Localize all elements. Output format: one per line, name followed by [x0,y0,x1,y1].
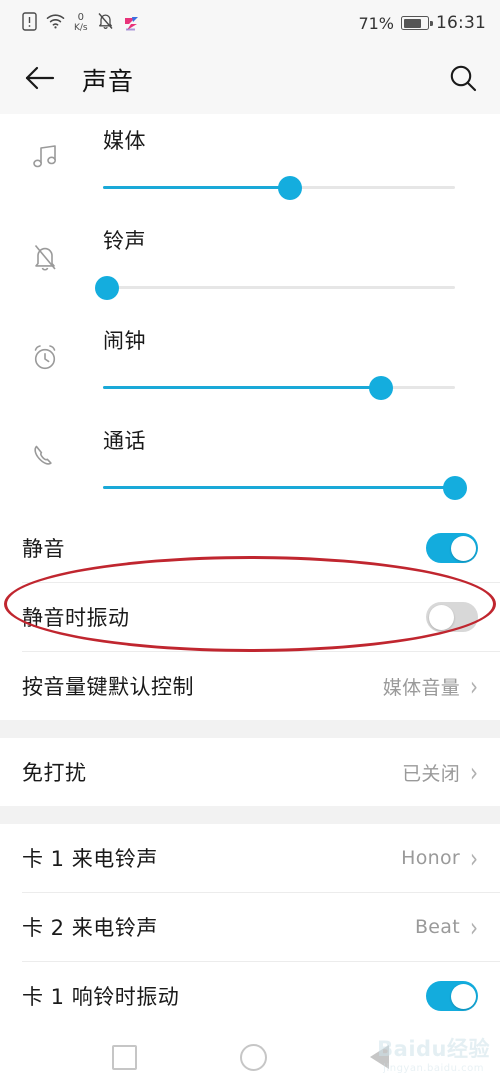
network-speed-unit: K/s [74,23,88,33]
row-label-volume-key-default: 按音量键默认控制 [22,675,194,699]
app-bar: 声音 [0,46,500,114]
chevron-right-icon: › [470,669,478,703]
section-gap [0,806,500,824]
slider-track-fill [103,386,382,389]
row-sim1-ringtone[interactable]: 卡 1 来电铃声 Honor › [0,824,500,892]
row-sim2-ringtone[interactable]: 卡 2 来电铃声 Beat › [0,893,500,961]
music-note-icon [22,114,68,172]
slider-row-alarm[interactable]: 闹钟 [0,314,500,414]
circle-home-icon[interactable] [239,1043,267,1071]
search-icon[interactable] [448,63,478,97]
bell-off-icon [22,214,68,273]
row-label-sim2-ringtone: 卡 2 来电铃声 [22,916,158,940]
status-bar: 0 K/s 71% 16:31 [0,0,500,46]
toggle-sim1-vibrate-on-ring[interactable] [426,981,478,1011]
slider-track-alarm[interactable] [103,371,455,405]
row-volume-key-default[interactable]: 按音量键默认控制 媒体音量 › [0,652,500,720]
slider-row-call[interactable]: 通话 [0,414,500,514]
slider-track-ringtone[interactable] [94,271,455,305]
row-value-volume-key-default: 媒体音量 [382,676,460,699]
row-sim1-vibrate-on-ring[interactable]: 卡 1 响铃时振动 [0,962,500,1030]
battery-icon [401,16,433,30]
clock-time: 16:31 [436,13,486,33]
slider-row-media[interactable]: 媒体 [0,114,500,214]
wifi-icon [46,13,65,33]
network-speed-icon: 0 K/s [74,13,88,33]
slider-thumb-ringtone[interactable] [94,275,119,300]
volume-sliders-section: 媒体 铃声 闹钟 通话 [0,114,500,514]
slider-thumb-call[interactable] [443,475,467,500]
slider-label-ringtone: 铃声 [103,229,146,253]
row-value-sim2-ringtone: Beat [414,916,460,938]
slider-track-call[interactable] [103,471,467,505]
slider-thumb-media[interactable] [277,175,302,200]
row-label-sim1-ringtone: 卡 1 来电铃声 [22,847,158,871]
row-do-not-disturb[interactable]: 免打扰 已关闭 › [0,738,500,806]
page-title: 声音 [82,67,135,96]
chevron-right-icon: › [470,755,478,789]
phone-handset-icon [22,414,68,472]
slider-track-media[interactable] [103,171,455,205]
slider-row-ringtone[interactable]: 铃声 [0,214,500,314]
toggle-mute[interactable] [426,533,478,563]
chevron-right-icon: › [470,841,478,875]
battery-percent: 71% [358,13,394,33]
square-recents-icon[interactable] [111,1044,137,1070]
row-value-do-not-disturb: 已关闭 [402,762,460,785]
alarm-clock-icon [22,314,68,372]
navigation-bar [0,1030,500,1084]
bell-off-icon [97,12,114,34]
row-label-sim1-vibrate-on-ring: 卡 1 响铃时振动 [22,985,180,1009]
slider-track-fill [103,186,290,189]
slider-label-call: 通话 [103,429,146,453]
slider-label-media: 媒体 [103,129,146,153]
row-label-vibrate-on-silent: 静音时振动 [22,606,130,630]
row-mute[interactable]: 静音 [0,514,500,582]
sim-card-alert-icon [22,11,37,35]
triangle-back-icon[interactable] [369,1045,389,1069]
slider-track-fill [103,486,455,489]
row-vibrate-on-silent[interactable]: 静音时振动 [0,583,500,651]
status-bar-left-icons: 0 K/s [22,11,140,35]
back-arrow-icon[interactable] [24,65,56,95]
chevron-right-icon: › [470,910,478,944]
row-label-mute: 静音 [22,537,65,561]
mute-section: 静音 静音时振动 按音量键默认控制 媒体音量 › [0,514,500,720]
settings-content: 媒体 铃声 闹钟 通话 静音 静音时振动 按音量键默认控制 媒体音量 › 免打扰… [0,114,500,1084]
status-bar-right: 71% 16:31 [358,13,486,33]
row-value-sim1-ringtone: Honor [401,847,460,869]
section-gap [0,720,500,738]
slider-track-bg [103,286,455,289]
slider-label-alarm: 闹钟 [103,329,146,353]
toggle-vibrate-on-silent[interactable] [426,602,478,632]
network-speed-value: 0 [77,12,84,23]
row-label-do-not-disturb: 免打扰 [22,761,87,785]
phone-screen: 0 K/s 71% 16:31 声音 媒体 铃声 闹钟 通话 静音 静音时振动 … [0,0,500,1084]
dnd-section: 免打扰 已关闭 › [0,738,500,806]
app-notification-icon [123,15,140,32]
slider-thumb-alarm[interactable] [369,375,394,400]
